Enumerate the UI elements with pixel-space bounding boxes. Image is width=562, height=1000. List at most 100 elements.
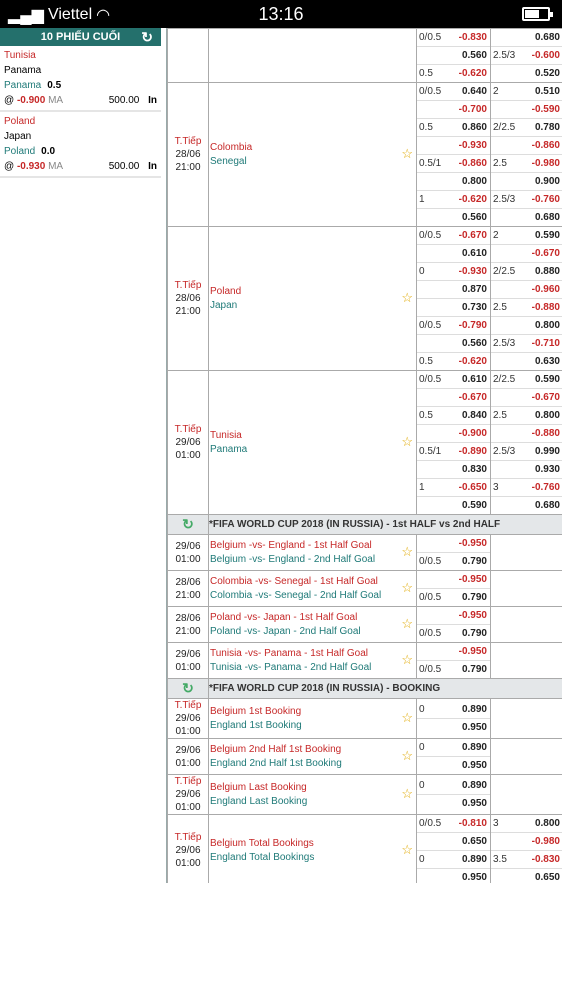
odds-line[interactable]: 0/0.5 -0.810 [417, 815, 490, 833]
odds-line[interactable]: 0.610 [417, 245, 490, 263]
home-team[interactable]: Colombia -vs- Senegal - 1st Half Goal [210, 575, 416, 589]
odds-value[interactable]: -0.670 [532, 247, 560, 260]
odds-value[interactable]: 0.520 [535, 67, 560, 80]
odds-line[interactable]: 2.5 -0.880 [491, 299, 562, 317]
odds-line[interactable]: -0.950 [417, 571, 490, 589]
away-team[interactable]: Senegal [210, 155, 416, 169]
odds-line[interactable]: -0.670 [417, 389, 490, 407]
match-teams[interactable]: Belgium 2nd Half 1st Booking England 2nd … [208, 738, 417, 775]
odds-value[interactable]: -0.620 [459, 355, 487, 368]
odds-line[interactable]: -0.950 [417, 643, 490, 661]
home-team[interactable]: Belgium 2nd Half 1st Booking [210, 743, 416, 757]
odds-value[interactable]: 0.890 [462, 779, 487, 792]
odds-line[interactable]: -0.980 [491, 833, 562, 851]
favorite-star-icon[interactable]: ☆ [401, 710, 413, 725]
odds-line[interactable]: -0.950 [417, 607, 490, 625]
match-teams[interactable]: Colombia -vs- Senegal - 1st Half Goal Col… [208, 570, 417, 607]
odds-value[interactable]: 0.790 [462, 627, 487, 640]
odds-value[interactable]: -0.960 [532, 283, 560, 296]
away-team[interactable]: England Last Booking [210, 795, 416, 809]
odds-value[interactable]: 0.800 [535, 409, 560, 422]
odds-value[interactable]: -0.900 [459, 427, 487, 440]
odds-line[interactable]: 2/2.5 0.590 [491, 371, 562, 389]
odds-line[interactable]: 0.650 [491, 869, 562, 883]
favorite-star-icon[interactable]: ☆ [401, 652, 413, 667]
odds-value[interactable]: -0.830 [532, 853, 560, 866]
home-team[interactable]: Colombia [210, 141, 416, 155]
odds-line[interactable]: 3 -0.760 [491, 479, 562, 497]
odds-line[interactable]: -0.670 [491, 245, 562, 263]
home-team[interactable]: Tunisia [210, 429, 416, 443]
match-teams[interactable]: Belgium 1st Booking England 1st Booking ☆ [208, 698, 417, 739]
refresh-icon[interactable]: ↻ [167, 678, 209, 699]
match-teams[interactable] [208, 28, 417, 83]
odds-value[interactable]: 0.950 [462, 797, 487, 810]
odds-line[interactable]: 0/0.5 0.790 [417, 661, 490, 678]
odds-value[interactable]: 0.950 [462, 759, 487, 772]
odds-value[interactable]: -0.700 [459, 103, 487, 116]
odds-line[interactable]: 3 0.800 [491, 815, 562, 833]
away-team[interactable]: Japan [210, 299, 416, 313]
odds-value[interactable]: -0.930 [459, 265, 487, 278]
odds-value[interactable]: -0.930 [459, 139, 487, 152]
odds-value[interactable]: 0.560 [462, 49, 487, 62]
odds-value[interactable]: 0.650 [462, 835, 487, 848]
odds-value[interactable]: -0.620 [459, 193, 487, 206]
odds-value[interactable]: 0.680 [535, 31, 560, 44]
odds-value[interactable]: 0.890 [462, 853, 487, 866]
odds-line[interactable]: 2/2.5 0.780 [491, 119, 562, 137]
home-team[interactable]: Poland [210, 285, 416, 299]
odds-value[interactable]: 0.870 [462, 283, 487, 296]
odds-line[interactable]: -0.860 [491, 137, 562, 155]
odds-value[interactable]: 0.640 [462, 85, 487, 98]
odds-value[interactable]: -0.980 [532, 835, 560, 848]
odds-line[interactable]: 0.630 [491, 353, 562, 370]
refresh-icon[interactable]: ↻ [167, 514, 209, 535]
odds-value[interactable]: -0.950 [459, 573, 487, 586]
odds-line[interactable]: 0.950 [417, 719, 490, 736]
odds-value[interactable]: 0.840 [462, 409, 487, 422]
odds-value[interactable]: -0.830 [459, 31, 487, 44]
odds-value[interactable]: -0.980 [532, 157, 560, 170]
odds-line[interactable]: 0/0.5 -0.830 [417, 29, 490, 47]
favorite-star-icon[interactable]: ☆ [401, 786, 413, 801]
odds-value[interactable]: -0.890 [459, 445, 487, 458]
odds-line[interactable]: 0/0.5 0.640 [417, 83, 490, 101]
odds-line[interactable]: 2.5 0.800 [491, 407, 562, 425]
home-team[interactable]: Belgium Total Bookings [210, 837, 416, 851]
odds-line[interactable]: 0.5 0.860 [417, 119, 490, 137]
odds-line[interactable]: -0.930 [417, 137, 490, 155]
odds-value[interactable]: 0.990 [535, 445, 560, 458]
odds-value[interactable]: 0.880 [535, 265, 560, 278]
odds-value[interactable]: 0.680 [535, 499, 560, 512]
odds-line[interactable]: 0/0.5 0.790 [417, 625, 490, 642]
odds-line[interactable]: 0.560 [417, 209, 490, 226]
odds-value[interactable]: 0.680 [535, 211, 560, 224]
odds-line[interactable]: 0.950 [417, 757, 490, 774]
odds-value[interactable]: 0.790 [462, 591, 487, 604]
odds-value[interactable]: 0.610 [462, 373, 487, 386]
odds-line[interactable]: 1 -0.620 [417, 191, 490, 209]
odds-line[interactable]: 2.5/3 -0.600 [491, 47, 562, 65]
odds-value[interactable]: 0.830 [462, 463, 487, 476]
odds-value[interactable]: -0.670 [459, 229, 487, 242]
odds-value[interactable]: 0.560 [462, 211, 487, 224]
odds-value[interactable]: 0.630 [535, 355, 560, 368]
odds-value[interactable]: 0.610 [462, 247, 487, 260]
odds-value[interactable]: 0.780 [535, 121, 560, 134]
odds-line[interactable]: 0 0.890 [417, 777, 490, 795]
refresh-icon[interactable]: ↻ [141, 28, 153, 46]
match-teams[interactable]: Tunisia -vs- Panama - 1st Half Goal Tunis… [208, 642, 417, 679]
odds-line[interactable]: 0 -0.930 [417, 263, 490, 281]
odds-value[interactable]: 0.800 [535, 319, 560, 332]
match-teams[interactable]: Belgium -vs- England - 1st Half Goal Belg… [208, 534, 417, 571]
odds-line[interactable]: 0.830 [417, 461, 490, 479]
odds-value[interactable]: -0.670 [532, 391, 560, 404]
match-teams[interactable]: Belgium Last Booking England Last Booking… [208, 774, 417, 815]
odds-line[interactable]: 0/0.5 0.610 [417, 371, 490, 389]
odds-line[interactable]: 2 0.510 [491, 83, 562, 101]
odds-value[interactable]: 0.650 [535, 871, 560, 883]
odds-line[interactable]: 0.5 -0.620 [417, 65, 490, 82]
odds-line[interactable]: 0.870 [417, 281, 490, 299]
odds-value[interactable]: 0.790 [462, 555, 487, 568]
